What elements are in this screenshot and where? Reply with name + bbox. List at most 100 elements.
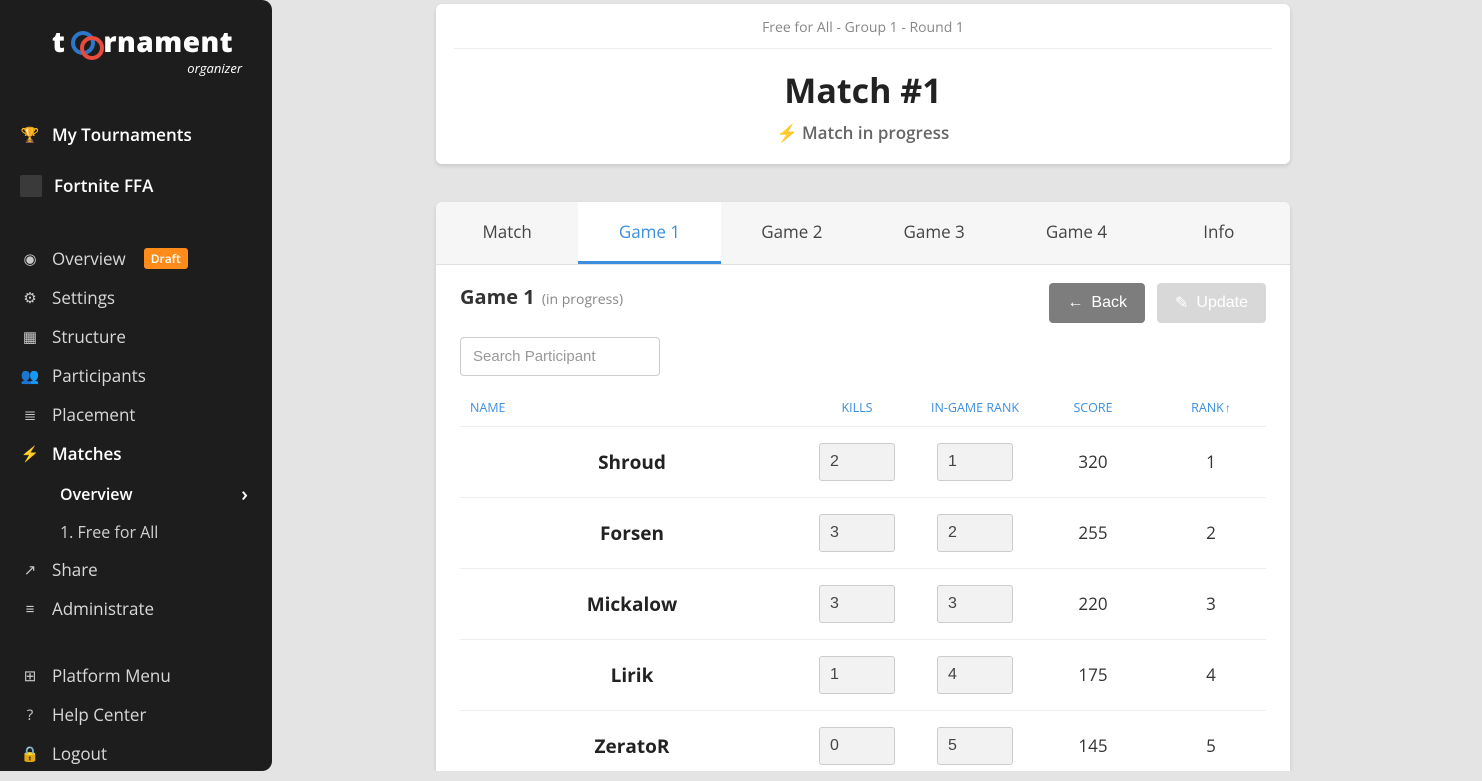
- sidebar-item-current-tournament[interactable]: Fortnite FFA: [0, 160, 272, 211]
- overview-label: Overview: [52, 247, 126, 270]
- tab-match[interactable]: Match: [436, 202, 578, 264]
- sidebar-subitem-stage-1[interactable]: 1. Free for All: [0, 514, 272, 550]
- sidebar-subitem-matches-overview[interactable]: Overview: [0, 473, 272, 514]
- kills-cell: [802, 656, 912, 694]
- sidebar-item-my-tournaments[interactable]: 🏆 My Tournaments: [0, 109, 272, 160]
- tab-game-4[interactable]: Game 4: [1005, 202, 1147, 264]
- kills-input[interactable]: [819, 727, 895, 765]
- stage-label: 1. Free for All: [60, 521, 158, 543]
- chevron-right-icon: [241, 480, 248, 507]
- share-icon: ↗: [20, 560, 40, 580]
- update-button[interactable]: ✎ Update: [1157, 283, 1266, 323]
- structure-label: Structure: [52, 325, 126, 348]
- breadcrumb: Free for All - Group 1 - Round 1: [454, 4, 1272, 49]
- tab-game-3[interactable]: Game 3: [863, 202, 1005, 264]
- col-rank[interactable]: RANK↑: [1156, 400, 1266, 416]
- users-icon: 👥: [20, 366, 40, 386]
- logo-icon: [73, 31, 95, 53]
- main-content: Free for All - Group 1 - Round 1 Match #…: [272, 0, 1482, 771]
- participant-name: Lirik: [460, 662, 794, 688]
- table-row: Lirik 175 4: [460, 640, 1266, 711]
- kills-input[interactable]: [819, 585, 895, 623]
- participant-name: ZeratoR: [460, 733, 794, 759]
- tab-game-2[interactable]: Game 2: [721, 202, 863, 264]
- help-icon: ?: [20, 705, 40, 725]
- participants-label: Participants: [52, 364, 146, 387]
- game-heading: Game 1 (in progress): [460, 283, 623, 310]
- ingame-rank-cell: [920, 656, 1030, 694]
- matches-label: Matches: [52, 442, 122, 465]
- brand-logo[interactable]: t rnament organizer: [0, 28, 272, 101]
- sidebar-item-matches[interactable]: ⚡ Matches: [0, 434, 272, 473]
- kills-input[interactable]: [819, 443, 895, 481]
- settings-label: Settings: [52, 286, 115, 309]
- participant-name: Forsen: [460, 520, 794, 546]
- tab-game-1[interactable]: Game 1: [578, 202, 720, 264]
- sidebar-item-settings[interactable]: ⚙ Settings: [0, 278, 272, 317]
- draft-badge: Draft: [144, 248, 188, 269]
- match-title: Match #1: [436, 49, 1290, 121]
- back-button-label: Back: [1091, 294, 1127, 312]
- match-header-card: Free for All - Group 1 - Round 1 Match #…: [436, 4, 1290, 164]
- sidebar-item-overview[interactable]: ◉ Overview Draft: [0, 239, 272, 278]
- ingame-rank-input[interactable]: [937, 727, 1013, 765]
- my-tournaments-label: My Tournaments: [52, 123, 192, 146]
- match-status: ⚡Match in progress: [436, 121, 1290, 164]
- database-icon: ≡: [20, 599, 40, 619]
- ingame-rank-input[interactable]: [937, 585, 1013, 623]
- search-participant-input[interactable]: [460, 337, 660, 376]
- dashboard-icon: ◉: [20, 249, 40, 269]
- rank-cell: 5: [1156, 734, 1266, 757]
- sidebar-item-structure[interactable]: ▦ Structure: [0, 317, 272, 356]
- ingame-rank-cell: [920, 727, 1030, 765]
- table-row: Shroud3201: [460, 427, 1266, 498]
- ingame-rank-input[interactable]: [937, 656, 1013, 694]
- share-label: Share: [52, 558, 98, 581]
- sidebar: t rnament organizer 🏆 My Tournaments For…: [0, 0, 272, 771]
- table-row: Forsen2552: [460, 498, 1266, 569]
- ingame-rank-input[interactable]: [937, 514, 1013, 552]
- sidebar-item-placement[interactable]: ≣ Placement: [0, 395, 272, 434]
- ingame-rank-input[interactable]: [937, 443, 1013, 481]
- logout-label: Logout: [52, 742, 107, 765]
- col-ingame-rank[interactable]: IN-GAME RANK: [920, 400, 1030, 416]
- results-table: NAME KILLS IN-GAME RANK SCORE RANK↑ Shro…: [436, 384, 1290, 771]
- back-button[interactable]: ← Back: [1049, 283, 1145, 323]
- kills-input[interactable]: [819, 514, 895, 552]
- participant-name: Shroud: [460, 449, 794, 475]
- kills-input[interactable]: [819, 656, 895, 694]
- pencil-icon: ✎: [1175, 293, 1188, 313]
- table-header: NAME KILLS IN-GAME RANK SCORE RANK↑: [460, 384, 1266, 427]
- lock-icon: 🔒: [20, 744, 40, 764]
- match-content-card: Match Game 1 Game 2 Game 3 Game 4 Info G…: [436, 202, 1290, 771]
- col-score[interactable]: SCORE: [1038, 400, 1148, 416]
- sidebar-item-participants[interactable]: 👥 Participants: [0, 356, 272, 395]
- score-cell: 145: [1038, 734, 1148, 757]
- rank-cell: 4: [1156, 663, 1266, 686]
- tab-info[interactable]: Info: [1148, 202, 1290, 264]
- col-rank-label: RANK: [1191, 399, 1224, 416]
- placement-label: Placement: [52, 403, 135, 426]
- matches-overview-label: Overview: [60, 483, 133, 505]
- sidebar-item-platform-menu[interactable]: ⊞ Platform Menu: [0, 656, 272, 695]
- kills-cell: [802, 727, 912, 765]
- ingame-rank-cell: [920, 585, 1030, 623]
- sidebar-item-share[interactable]: ↗ Share: [0, 550, 272, 589]
- tab-bar: Match Game 1 Game 2 Game 3 Game 4 Info: [436, 202, 1290, 265]
- ingame-rank-cell: [920, 514, 1030, 552]
- sidebar-item-administrate[interactable]: ≡ Administrate: [0, 589, 272, 628]
- sidebar-item-logout[interactable]: 🔒 Logout: [0, 734, 272, 773]
- game-toolbar: Game 1 (in progress) ← Back ✎ Update: [436, 265, 1290, 323]
- col-kills[interactable]: KILLS: [802, 400, 912, 416]
- update-button-label: Update: [1196, 294, 1248, 312]
- arrow-left-icon: ←: [1067, 294, 1083, 312]
- kills-cell: [802, 585, 912, 623]
- sidebar-item-help-center[interactable]: ? Help Center: [0, 695, 272, 734]
- current-tournament-label: Fortnite FFA: [54, 174, 153, 197]
- list-icon: ≣: [20, 405, 40, 425]
- col-name[interactable]: NAME: [460, 400, 794, 416]
- kills-cell: [802, 514, 912, 552]
- score-cell: 320: [1038, 450, 1148, 473]
- score-cell: 175: [1038, 663, 1148, 686]
- cogs-icon: ⚙: [20, 288, 40, 308]
